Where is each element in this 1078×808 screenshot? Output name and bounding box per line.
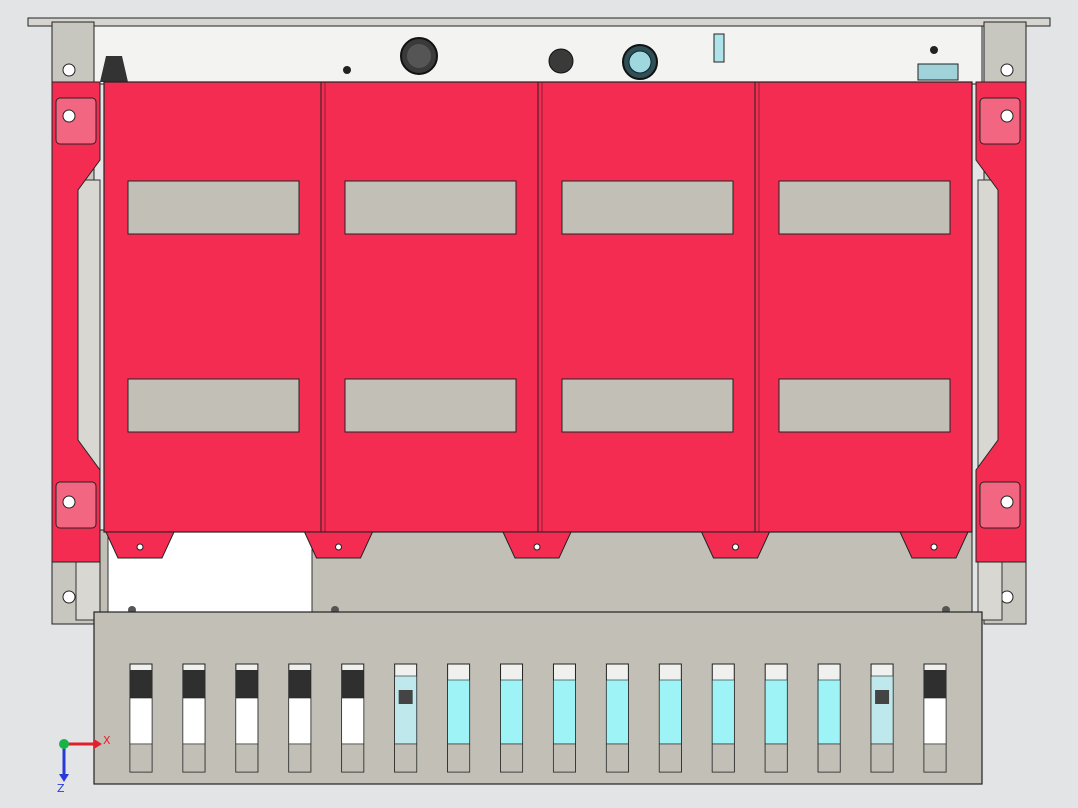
- slot-dark-module: [288, 670, 311, 698]
- slot-dark-module: [341, 670, 364, 698]
- mount-tab-hole: [533, 543, 541, 551]
- slot-cyan-module: [606, 679, 629, 745]
- slot-cyan-module: [447, 679, 470, 745]
- slot-cyan-module: [500, 679, 523, 745]
- slot-component: [394, 675, 417, 745]
- slot-lower-fill: [923, 743, 947, 773]
- slot-dark-module: [182, 670, 205, 698]
- front-bezel[interactable]: [93, 611, 983, 785]
- cover-window: [344, 378, 517, 433]
- slot-white-module: [288, 697, 312, 745]
- slot-dark-module: [235, 670, 258, 698]
- slot-white-module: [923, 697, 947, 745]
- slot-lower-fill: [606, 743, 629, 773]
- slot-white-module: [182, 697, 206, 745]
- slot-lower-fill: [659, 743, 682, 773]
- cover-window: [127, 378, 300, 433]
- slot-cyan-module: [764, 679, 788, 745]
- cad-model-drawing[interactable]: X Z: [0, 0, 1078, 808]
- slot-dark-module: [924, 670, 946, 698]
- slot-lower-fill: [817, 743, 841, 773]
- round-hole: [548, 48, 574, 74]
- triad-z-label: Z: [57, 782, 65, 795]
- top-flange: [27, 17, 1051, 27]
- cover-window: [778, 180, 951, 235]
- mount-tab-hole: [136, 543, 144, 551]
- slot-lower-fill: [235, 743, 259, 773]
- slot-cyan-module: [659, 679, 682, 745]
- cover-window: [127, 180, 300, 235]
- cad-viewport[interactable]: X Z: [0, 0, 1078, 808]
- slot-lower-fill: [764, 743, 788, 773]
- slot-white-module: [235, 697, 259, 745]
- rear-top-panel: [93, 25, 983, 85]
- slot-lower-fill: [394, 743, 417, 773]
- mount-tab-hole: [930, 543, 938, 551]
- cover-window: [344, 180, 517, 235]
- mount-tab-hole: [732, 543, 739, 551]
- cover-window: [561, 180, 734, 235]
- slot-component-part: [398, 690, 413, 704]
- triad-x-label: X: [103, 734, 111, 747]
- slot-lower-fill: [341, 743, 365, 773]
- slot-lower-fill: [500, 743, 523, 773]
- cover-window: [778, 378, 951, 433]
- slot-lower-fill: [129, 743, 153, 773]
- slot-cyan-module: [553, 679, 576, 745]
- slot-lower-fill: [288, 743, 312, 773]
- slot-component-part: [875, 690, 890, 704]
- slot-cyan-module: [711, 679, 735, 745]
- slot-cyan-module: [817, 679, 841, 745]
- slot-dark-module: [130, 670, 152, 698]
- slot-lower-fill: [182, 743, 206, 773]
- slot-component: [870, 675, 894, 745]
- slot-lower-fill: [870, 743, 894, 773]
- mount-tab-hole: [335, 543, 342, 551]
- red-cover[interactable]: [103, 81, 973, 559]
- cover-window: [561, 378, 734, 433]
- slot-lower-fill: [447, 743, 470, 773]
- slot-lower-fill: [553, 743, 576, 773]
- slot-white-module: [341, 697, 365, 745]
- slot-white-module: [129, 697, 153, 745]
- slot-lower-fill: [711, 743, 735, 773]
